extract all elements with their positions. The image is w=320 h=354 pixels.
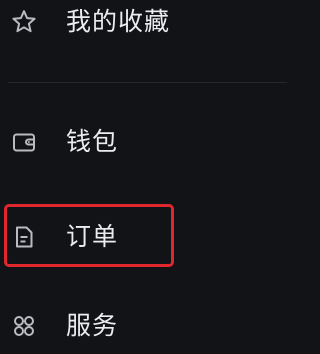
menu-item-wallet[interactable]: 钱包 xyxy=(0,114,287,170)
star-icon xyxy=(10,8,38,36)
menu-item-services[interactable]: 服务 xyxy=(0,298,287,354)
menu-item-label: 钱包 xyxy=(66,127,119,156)
menu-item-label: 服务 xyxy=(66,311,119,340)
apps-grid-icon xyxy=(10,312,38,340)
wallet-icon xyxy=(10,128,38,156)
menu-divider xyxy=(8,82,287,83)
highlight-box xyxy=(4,204,174,267)
menu-item-favorites[interactable]: 我的收藏 xyxy=(0,0,287,50)
side-menu: 我的收藏 钱包 订单 服务 xyxy=(0,0,287,350)
menu-item-label: 我的收藏 xyxy=(66,7,171,36)
